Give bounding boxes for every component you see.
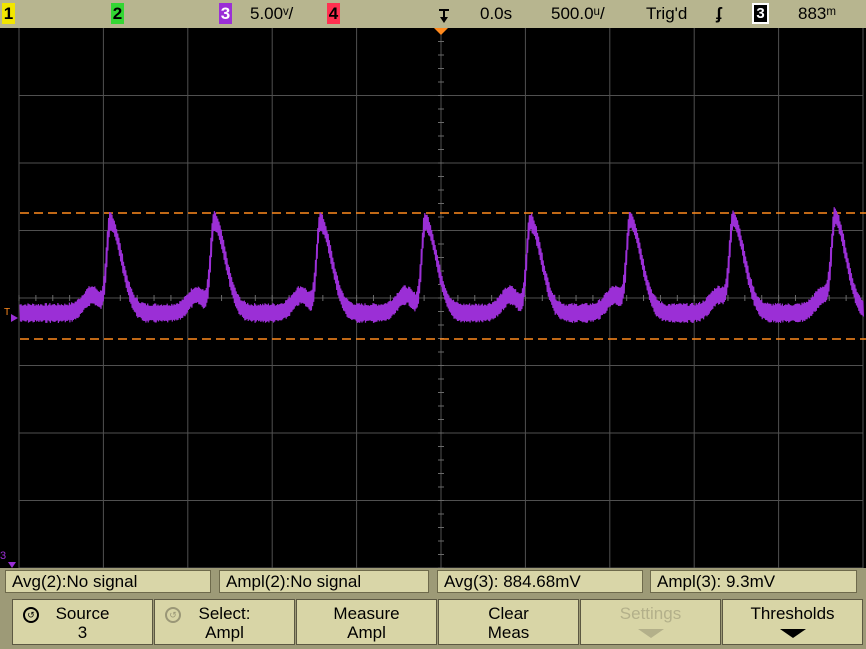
submenu-arrow-icon <box>637 629 664 638</box>
rotate-knob-icon: ↺ <box>23 607 39 623</box>
clear-meas-softkey[interactable]: Clear Meas <box>438 599 579 645</box>
source-softkey-value: 3 <box>77 623 88 642</box>
waveform-graticule: 3 T <box>0 28 866 568</box>
channel-3-scale: 5.00ᵛ/ <box>250 4 294 23</box>
measurement-avg-ch3[interactable]: Avg(3): 884.68mV <box>437 570 643 593</box>
measurement-ampl-ch3[interactable]: Ampl(3): 9.3mV <box>650 570 857 593</box>
trigger-slope-icon: ʄ <box>716 4 722 23</box>
source-softkey[interactable]: ↺ Source 3 <box>12 599 153 645</box>
channel-1-indicator[interactable]: 1 <box>2 3 15 24</box>
trigger-point-icon <box>436 2 452 24</box>
submenu-arrow-icon <box>779 629 806 638</box>
measurement-ampl-ch2[interactable]: Ampl(2):No signal <box>219 570 429 593</box>
trigger-level: 883ᵐ <box>798 4 837 23</box>
select-softkey-value: Ampl <box>205 623 244 642</box>
trigger-marker-label: T <box>4 307 10 318</box>
time-delay: 0.0s <box>480 4 513 23</box>
settings-softkey-label: Settings <box>619 604 682 623</box>
measure-softkey-value: Ampl <box>347 623 386 642</box>
channel-3-ground-label: 3 <box>0 550 6 562</box>
waveform-display[interactable]: 3 T <box>0 28 866 568</box>
channel-2-indicator[interactable]: 2 <box>111 3 124 24</box>
softkey-bar: ↺ Source 3 ↺ Select: Ampl Measure Ampl C… <box>0 596 866 649</box>
thresholds-softkey[interactable]: Thresholds <box>722 599 863 645</box>
trigger-level-marker[interactable] <box>11 314 18 322</box>
measure-softkey[interactable]: Measure Ampl <box>296 599 437 645</box>
channel-3-indicator[interactable]: 3 <box>219 3 232 24</box>
time-scale: 500.0ᵘ/ <box>551 4 605 23</box>
channel-4-indicator[interactable]: 4 <box>327 3 340 24</box>
measurement-bar: Avg(2):No signal Ampl(2):No signal Avg(3… <box>0 568 866 596</box>
rotate-knob-icon: ↺ <box>165 607 181 623</box>
trigger-source-indicator: 3 <box>752 3 769 24</box>
clear-meas-softkey-value: Meas <box>487 623 530 642</box>
status-bar: 1 2 3 5.00ᵛ/ 4 0.0s 500.0ᵘ/ Trig'd ʄ 3 8… <box>0 0 866 28</box>
channel-3-trace <box>19 207 864 324</box>
thresholds-softkey-label: Thresholds <box>750 604 835 623</box>
trigger-time-marker[interactable] <box>434 28 448 35</box>
select-softkey[interactable]: ↺ Select: Ampl <box>154 599 295 645</box>
graticule-grid <box>18 28 864 568</box>
measurement-avg-ch2[interactable]: Avg(2):No signal <box>5 570 211 593</box>
trigger-status: Trig'd <box>646 4 688 23</box>
clear-meas-softkey-label: Clear <box>488 604 529 623</box>
settings-softkey[interactable]: Settings <box>580 599 721 645</box>
measure-softkey-label: Measure <box>333 604 400 623</box>
